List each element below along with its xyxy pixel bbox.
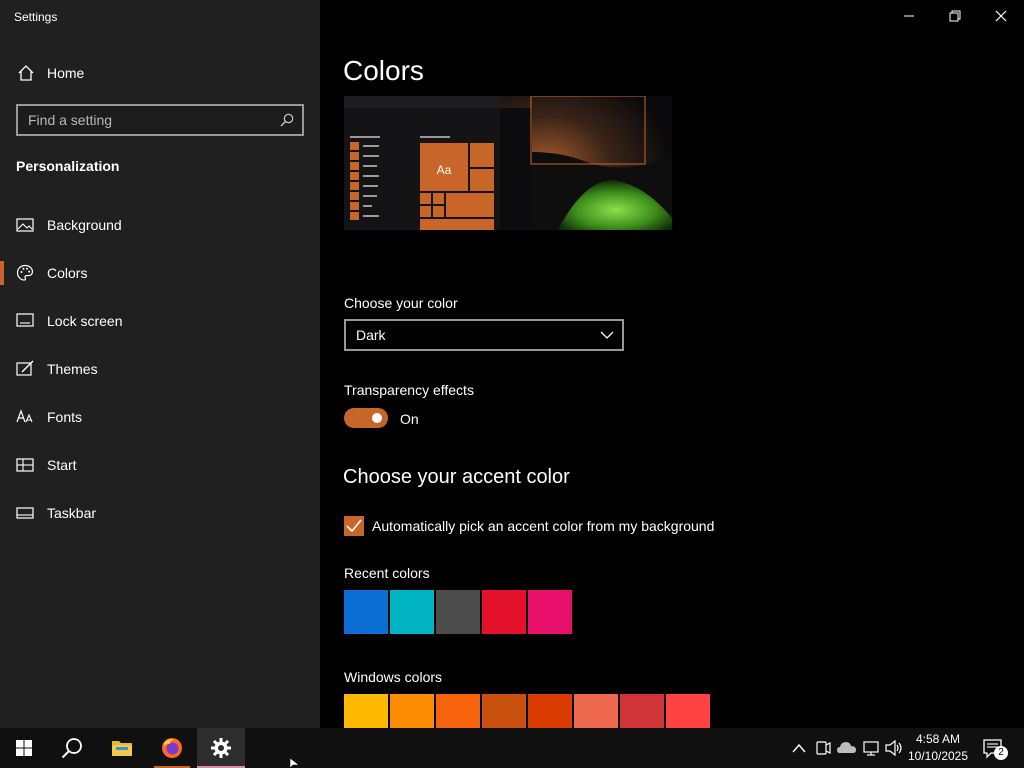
recent-colors-swatches bbox=[344, 590, 572, 634]
start-icon bbox=[16, 458, 34, 472]
windows-logo-icon bbox=[16, 740, 32, 756]
notification-count-badge: 2 bbox=[994, 746, 1008, 760]
recent-colors-label: Recent colors bbox=[344, 565, 430, 581]
windows-color-swatch[interactable] bbox=[482, 694, 526, 728]
windows-color-swatch[interactable] bbox=[344, 694, 388, 728]
minimize-button[interactable] bbox=[886, 0, 932, 32]
windows-color-swatch[interactable] bbox=[620, 694, 664, 728]
search-input[interactable]: Find a setting bbox=[16, 104, 304, 136]
taskbar-icon bbox=[16, 507, 34, 519]
transparency-label: Transparency effects bbox=[344, 382, 474, 398]
choose-color-label: Choose your color bbox=[344, 295, 458, 311]
sidebar-item-taskbar[interactable]: Taskbar bbox=[0, 493, 320, 533]
sidebar-item-label: Themes bbox=[47, 361, 98, 377]
active-indicator bbox=[0, 261, 4, 285]
sidebar-item-colors[interactable]: Colors bbox=[0, 253, 320, 293]
recent-color-swatch[interactable] bbox=[436, 590, 480, 634]
settings-button[interactable] bbox=[197, 728, 245, 768]
sidebar-item-fonts[interactable]: Fonts bbox=[0, 397, 320, 437]
search-icon[interactable] bbox=[280, 113, 294, 127]
minimize-icon bbox=[904, 15, 914, 17]
onedrive-icon[interactable] bbox=[836, 728, 858, 768]
preview-tile-text: Aa bbox=[437, 163, 452, 177]
sidebar-item-start[interactable]: Start bbox=[0, 445, 320, 485]
transparency-toggle[interactable] bbox=[344, 408, 388, 428]
recent-color-swatch[interactable] bbox=[528, 590, 572, 634]
home-label: Home bbox=[47, 65, 85, 81]
sidebar-item-label: Colors bbox=[47, 265, 88, 281]
windows-color-swatch[interactable] bbox=[390, 694, 434, 728]
restore-icon bbox=[949, 10, 961, 22]
close-icon bbox=[995, 10, 1007, 22]
windows-color-swatch[interactable] bbox=[574, 694, 618, 728]
network-icon[interactable] bbox=[862, 728, 880, 768]
palette-icon bbox=[16, 264, 34, 281]
sidebar-item-background[interactable]: Background bbox=[0, 205, 320, 245]
clock-time: 4:58 AM bbox=[915, 732, 961, 746]
auto-accent-label: Automatically pick an accent color from … bbox=[372, 518, 715, 534]
toggle-knob bbox=[372, 413, 382, 423]
windows-color-swatch[interactable] bbox=[528, 694, 572, 728]
theme-preview: Aa bbox=[344, 96, 672, 230]
lock-screen-icon bbox=[16, 313, 34, 327]
section-title: Personalization bbox=[16, 158, 120, 174]
file-explorer-button[interactable] bbox=[98, 728, 146, 768]
choose-color-dropdown[interactable]: Dark bbox=[344, 319, 624, 351]
transparency-state: On bbox=[400, 411, 419, 427]
sidebar-item-label: Fonts bbox=[47, 409, 83, 425]
windows-color-swatch[interactable] bbox=[436, 694, 480, 728]
recent-color-swatch[interactable] bbox=[344, 590, 388, 634]
taskbar: 4:58 AM 10/10/2025 2 bbox=[0, 728, 1024, 768]
chevron-down-icon bbox=[600, 331, 614, 339]
start-button[interactable] bbox=[0, 728, 48, 768]
meet-now-icon[interactable] bbox=[814, 728, 832, 768]
dropdown-value: Dark bbox=[356, 327, 386, 343]
search-placeholder: Find a setting bbox=[28, 112, 113, 128]
windows-color-swatch[interactable] bbox=[666, 694, 710, 728]
firefox-button[interactable] bbox=[148, 728, 196, 768]
recent-color-swatch[interactable] bbox=[482, 590, 526, 634]
restore-button[interactable] bbox=[932, 0, 978, 32]
picture-icon bbox=[16, 218, 34, 232]
windows-colors-swatches bbox=[344, 694, 710, 728]
taskbar-search-button[interactable] bbox=[48, 728, 96, 768]
font-icon bbox=[16, 409, 33, 423]
mouse-cursor-icon bbox=[290, 758, 300, 768]
sidebar: Settings Home Find a setting Personaliza… bbox=[0, 0, 320, 728]
sidebar-item-label: Start bbox=[47, 457, 77, 473]
app-title: Settings bbox=[14, 10, 58, 24]
sidebar-item-label: Taskbar bbox=[47, 505, 97, 521]
theme-preview-image: Aa bbox=[344, 96, 672, 230]
settings-icon bbox=[211, 738, 231, 758]
sidebar-item-label: Background bbox=[47, 217, 122, 233]
close-button[interactable] bbox=[978, 0, 1024, 32]
sidebar-item-label: Lock screen bbox=[47, 313, 123, 329]
show-hidden-icons-button[interactable] bbox=[790, 728, 808, 768]
recent-color-swatch[interactable] bbox=[390, 590, 434, 634]
file-explorer-icon bbox=[112, 741, 132, 756]
clock-date: 10/10/2025 bbox=[907, 749, 969, 763]
volume-icon[interactable] bbox=[884, 728, 904, 768]
accent-heading: Choose your accent color bbox=[343, 466, 570, 488]
brush-icon bbox=[16, 360, 34, 376]
sidebar-item-themes[interactable]: Themes bbox=[0, 349, 320, 389]
checkmark-icon bbox=[346, 519, 362, 533]
home-icon bbox=[18, 65, 34, 81]
page-title: Colors bbox=[343, 55, 424, 86]
windows-colors-label: Windows colors bbox=[344, 669, 443, 685]
auto-accent-checkbox[interactable] bbox=[344, 516, 364, 536]
sidebar-item-lock-screen[interactable]: Lock screen bbox=[0, 301, 320, 341]
search-icon bbox=[61, 738, 82, 759]
clock[interactable]: 4:58 AM 10/10/2025 bbox=[906, 731, 970, 765]
home-nav-item[interactable]: Home bbox=[0, 55, 320, 91]
firefox-icon bbox=[162, 738, 182, 758]
